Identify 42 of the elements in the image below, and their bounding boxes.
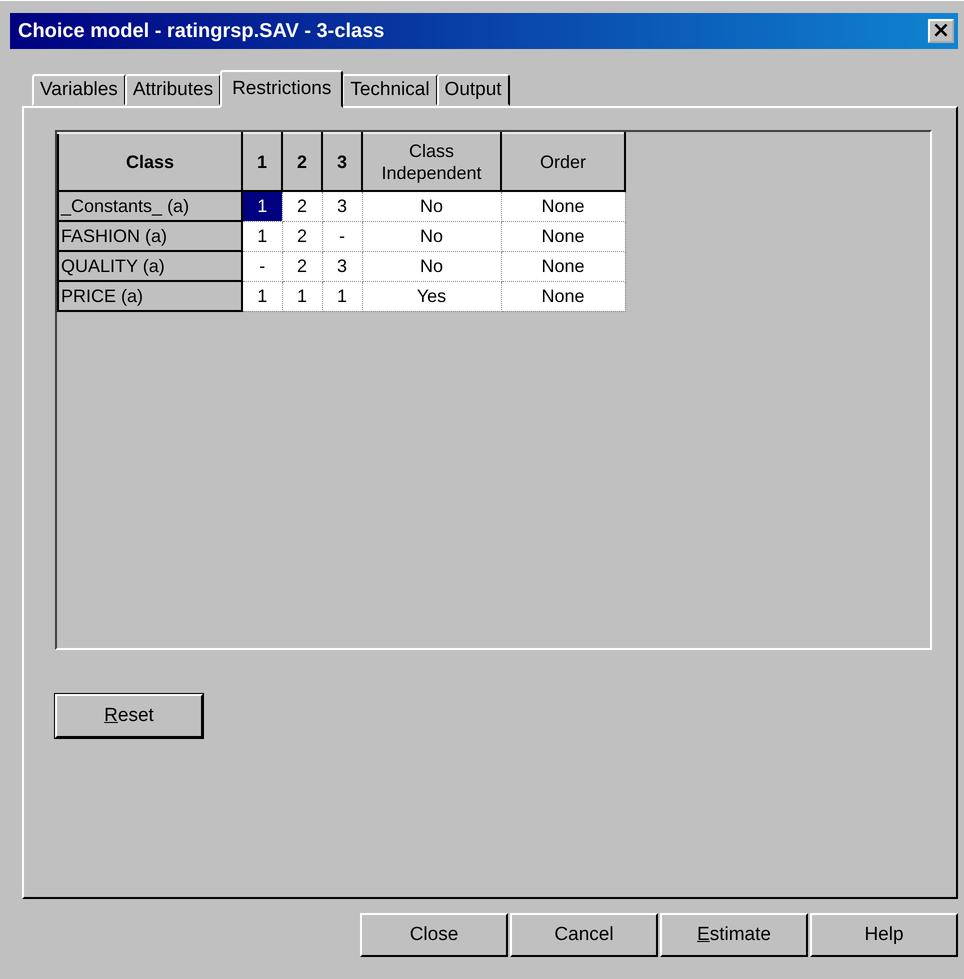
column-header[interactable]: Class Independent	[362, 133, 501, 191]
tab[interactable]: Technical	[342, 74, 438, 106]
column-header[interactable]: 3	[322, 133, 362, 191]
close-button[interactable]: ×	[928, 19, 954, 43]
row-header[interactable]: QUALITY (a)	[58, 251, 242, 281]
table-cell[interactable]: 3	[322, 191, 362, 221]
table-cell[interactable]: 2	[282, 221, 322, 251]
tab[interactable]: Variables	[32, 74, 126, 106]
table-cell[interactable]: Yes	[362, 281, 501, 311]
dialog-button[interactable]: Estimate	[660, 913, 808, 957]
table-cell[interactable]: None	[501, 221, 625, 251]
table-cell[interactable]: 1	[242, 191, 282, 221]
dialog-button[interactable]: Help	[810, 913, 958, 957]
table-cell[interactable]: No	[362, 191, 501, 221]
table-cell[interactable]: None	[501, 251, 625, 281]
dialog-button[interactable]: Close	[360, 913, 508, 957]
row-header[interactable]: _Constants_ (a)	[58, 191, 242, 221]
table-cell[interactable]: 2	[282, 191, 322, 221]
dialog-button[interactable]: Cancel	[510, 913, 658, 957]
row-header[interactable]: PRICE (a)	[58, 281, 242, 311]
table-cell[interactable]: No	[362, 251, 501, 281]
window-title: Choice model - ratingrsp.SAV - 3-class	[18, 20, 384, 42]
table-cell[interactable]: None	[501, 191, 625, 221]
column-header[interactable]: Order	[501, 133, 625, 191]
table-cell[interactable]: 1	[242, 221, 282, 251]
table-cell[interactable]: 1	[282, 281, 322, 311]
table-cell[interactable]: -	[322, 221, 362, 251]
column-header[interactable]: 1	[242, 133, 282, 191]
column-header[interactable]: Class	[58, 133, 242, 191]
table-cell[interactable]: 2	[282, 251, 322, 281]
column-header[interactable]: 2	[282, 133, 322, 191]
table-cell[interactable]: 1	[242, 281, 282, 311]
reset-button[interactable]: Reset	[55, 694, 203, 738]
table-cell[interactable]: 3	[322, 251, 362, 281]
table-cell[interactable]: None	[501, 281, 625, 311]
tab[interactable]: Attributes	[124, 74, 222, 106]
table-cell[interactable]: 1	[322, 281, 362, 311]
tab[interactable]: Output	[436, 74, 510, 106]
table-cell[interactable]: No	[362, 221, 501, 251]
row-header[interactable]: FASHION (a)	[58, 221, 242, 251]
table-cell[interactable]: -	[242, 251, 282, 281]
tab[interactable]: Restrictions	[220, 70, 344, 108]
